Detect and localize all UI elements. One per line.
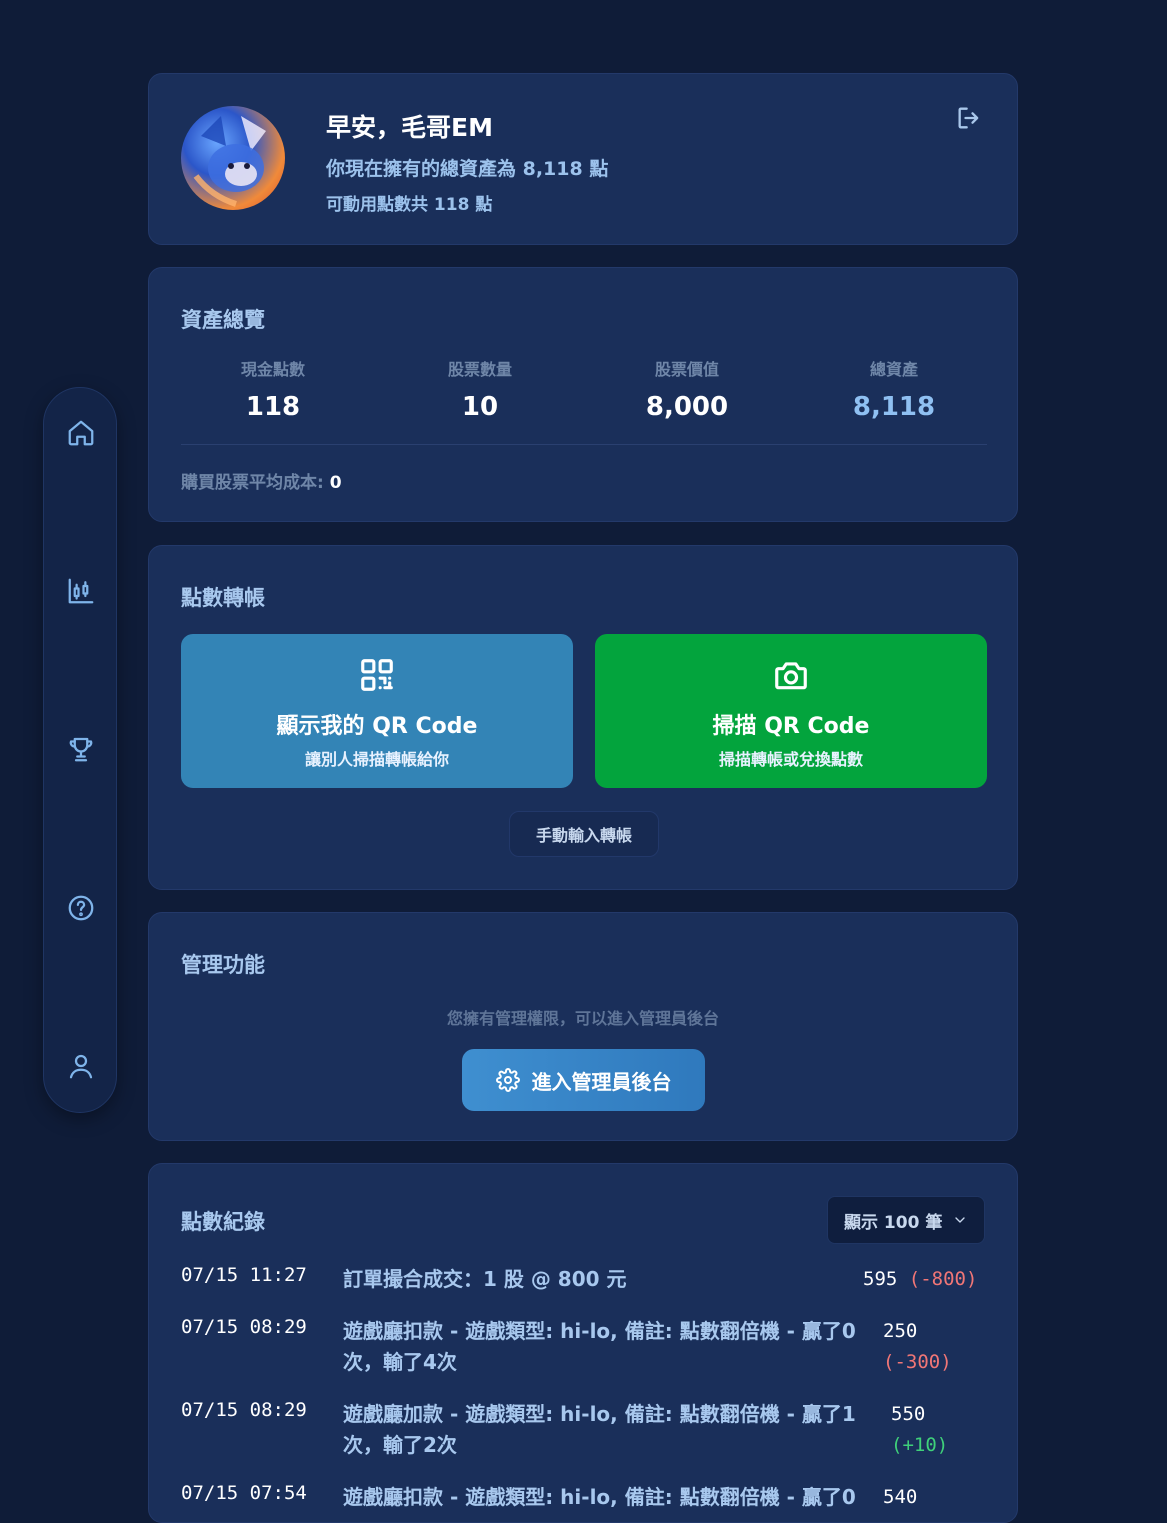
scan-qr-title: 掃描 QR Code [712, 714, 870, 739]
transfer-title: 點數轉帳 [181, 586, 265, 610]
admin-card: 管理功能 您擁有管理權限，可以進入管理員後台 進入管理員後台 [148, 912, 1018, 1141]
record-desc: 訂單撮合成交：1 股 @ 800 元 [343, 1267, 627, 1291]
transfer-card: 點數轉帳 顯示我的 QR Code 讓別人掃描轉帳給你 掃描 QR Code 掃… [148, 545, 1018, 890]
stat-label: 現金點數 [240, 360, 305, 379]
list-item: 07/15 08:29 遊戲廳加款 - 遊戲類型: hi-lo, 備註: 點數翻… [181, 1399, 991, 1469]
show-qr-button[interactable]: 顯示我的 QR Code 讓別人掃描轉帳給你 [181, 634, 573, 788]
stat-total-assets: 總資產 8,118 [804, 356, 984, 422]
avg-cost-value: 0 [329, 473, 342, 493]
avatar [181, 106, 285, 210]
stat-label: 總資產 [869, 360, 918, 379]
list-item: 07/15 11:27 訂單撮合成交：1 股 @ 800 元 595 (-800… [181, 1264, 991, 1304]
record-change: (-800) [908, 1268, 978, 1290]
record-balance: 250 (-300) [883, 1316, 973, 1378]
logout-button[interactable] [955, 104, 987, 136]
scan-qr-subtitle: 掃描轉帳或兌換點數 [718, 750, 863, 769]
stat-value: 118 [245, 392, 301, 422]
greeting-text: 早安，毛哥EM [326, 113, 493, 142]
home-icon [68, 420, 94, 446]
enter-admin-button[interactable]: 進入管理員後台 [462, 1049, 705, 1111]
available-points-line: 可動用點數共 118 點 [326, 195, 493, 215]
divider [181, 444, 987, 445]
record-balance: 540 [883, 1482, 917, 1513]
logout-icon [958, 107, 979, 129]
avg-cost-line: 購買股票平均成本: 0 [181, 468, 342, 493]
record-desc: 遊戲廳扣款 - 遊戲類型: hi-lo, 備註: 點數翻倍機 - 贏了0次，輸了… [343, 1319, 856, 1374]
avatar-image [193, 116, 266, 207]
record-count-select[interactable]: 顯示 100 筆 [827, 1196, 985, 1244]
record-time: 07/15 07:54 [181, 1482, 307, 1504]
record-desc: 遊戲廳扣款 - 遊戲類型: hi-lo, 備註: 點數翻倍機 - 贏了0 [343, 1485, 856, 1509]
record-balance-value: 550 [891, 1403, 926, 1425]
record-time: 07/15 08:29 [181, 1399, 307, 1421]
sidebar-item-profile[interactable] [61, 1046, 101, 1086]
trophy-icon [69, 737, 93, 762]
enter-admin-label: 進入管理員後台 [531, 1069, 672, 1094]
record-count-label: 顯示 100 筆 [844, 1212, 943, 1233]
scan-qr-button[interactable]: 掃描 QR Code 掃描轉帳或兌換點數 [595, 634, 987, 788]
show-qr-subtitle: 讓別人掃描轉帳給你 [304, 750, 449, 769]
sidebar-item-leaderboard[interactable] [61, 729, 101, 769]
manual-transfer-button[interactable]: 手動輸入轉帳 [509, 811, 659, 857]
record-balance: 550 (+10) [891, 1399, 981, 1461]
profile-card: 早安，毛哥EM 你現在擁有的總資產為 8,118 點 可動用點數共 118 點 [148, 73, 1018, 245]
record-balance-value: 540 [883, 1486, 918, 1508]
qr-code-icon [361, 659, 393, 691]
asset-overview-title: 資產總覽 [181, 308, 265, 332]
stat-value: 8,118 [852, 392, 936, 422]
sidebar-item-home[interactable] [61, 413, 101, 453]
sidebar-nav [43, 387, 117, 1113]
stat-label: 股票價值 [654, 360, 719, 379]
record-desc: 遊戲廳加款 - 遊戲類型: hi-lo, 備註: 點數翻倍機 - 贏了1次，輸了… [343, 1402, 856, 1457]
record-time: 07/15 08:29 [181, 1316, 307, 1338]
record-balance-value: 595 [863, 1268, 898, 1290]
stat-stock-count: 股票數量 10 [390, 356, 570, 422]
record-change: (-300) [883, 1351, 952, 1373]
stat-value: 8,000 [645, 392, 729, 422]
gear-icon [495, 1068, 520, 1092]
total-assets-line: 你現在擁有的總資產為 8,118 點 [326, 158, 609, 180]
chevron-down-icon [955, 1217, 965, 1223]
help-icon [68, 895, 94, 921]
record-balance-value: 250 [883, 1320, 918, 1342]
user-icon [69, 1054, 93, 1079]
camera-icon [775, 662, 807, 690]
sidebar-item-market[interactable] [61, 571, 101, 611]
show-qr-title: 顯示我的 QR Code [276, 714, 478, 739]
admin-title: 管理功能 [181, 953, 265, 977]
sidebar-item-help[interactable] [61, 888, 101, 928]
stat-cash: 現金點數 118 [183, 356, 363, 422]
stat-value: 10 [461, 392, 499, 422]
admin-note: 您擁有管理權限，可以進入管理員後台 [446, 1009, 719, 1028]
record-change: (+10) [891, 1434, 949, 1456]
record-balance: 595 (-800) [863, 1264, 977, 1295]
chart-icon [68, 578, 94, 604]
asset-overview-card: 資產總覽 現金點數 118 股票數量 10 股票價值 8,000 總資產 8,1… [148, 267, 1018, 522]
list-item: 07/15 07:54 遊戲廳扣款 - 遊戲類型: hi-lo, 備註: 點數翻… [181, 1482, 991, 1522]
stat-stock-value: 股票價值 8,000 [597, 356, 777, 422]
records-card: 點數紀錄 顯示 100 筆 07/15 11:27 訂單撮合成交：1 股 @ 8… [148, 1163, 1018, 1523]
records-title: 點數紀錄 [181, 1210, 265, 1234]
record-time: 07/15 11:27 [181, 1264, 307, 1286]
stat-label: 股票數量 [447, 360, 512, 379]
avg-cost-label: 購買股票平均成本: [181, 473, 324, 493]
list-item: 07/15 08:29 遊戲廳扣款 - 遊戲類型: hi-lo, 備註: 點數翻… [181, 1316, 991, 1386]
